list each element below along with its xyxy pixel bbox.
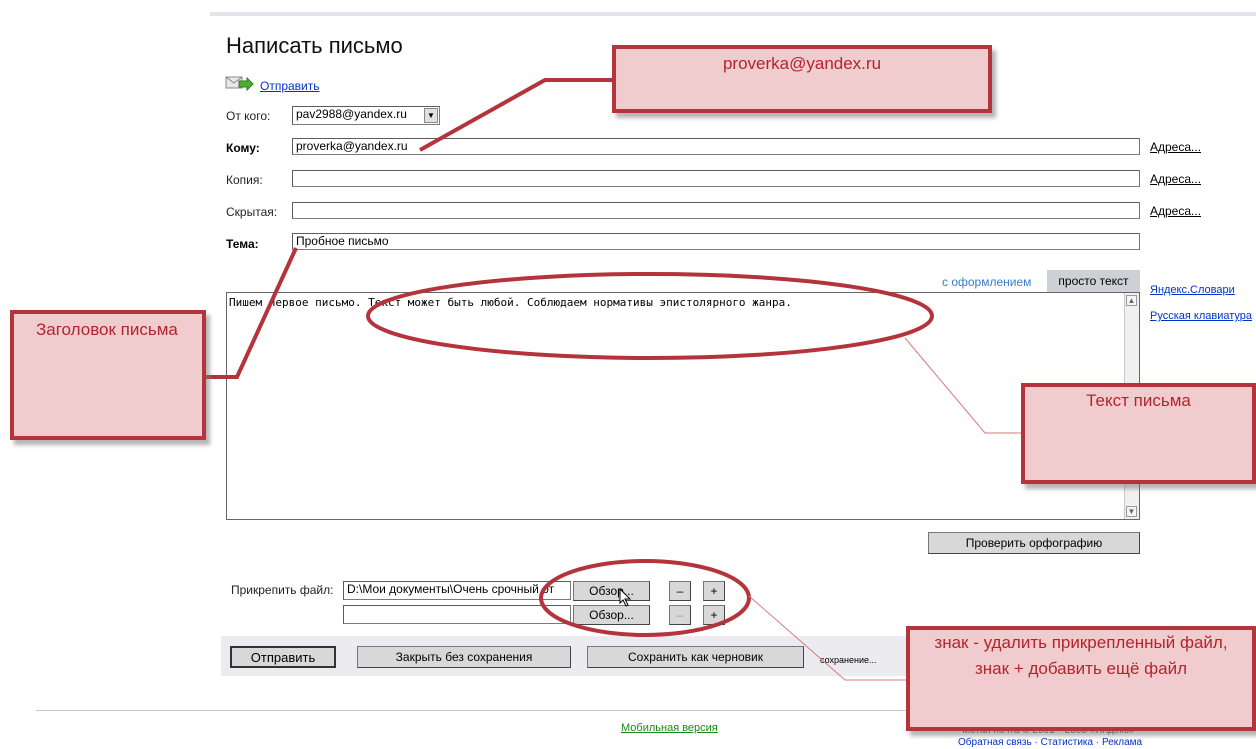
send-envelope-icon[interactable] [225,74,255,94]
subject-input[interactable]: Пробное письмо [292,233,1140,250]
cc-address-link[interactable]: Адреса... [1150,172,1201,186]
add-file-button-2[interactable]: + [703,605,725,625]
bcc-address-link[interactable]: Адреса... [1150,204,1201,218]
subject-label: Тема: [226,237,259,251]
remove-file-button-1[interactable]: – [669,581,691,601]
send-link[interactable]: Отправить [260,79,320,93]
close-without-saving-button[interactable]: Закрыть без сохранения [357,646,571,668]
page-title: Написать письмо [226,33,403,58]
tab-formatted[interactable]: с оформлением [942,275,1031,289]
callout-attach: знак - удалить прикрепленный файл, знак … [906,626,1256,731]
yandex-dictionaries-link[interactable]: Яндекс.Словари [1150,284,1235,296]
cc-label: Копия: [226,173,263,187]
saving-status: сохранение... [820,655,877,665]
save-draft-button[interactable]: Сохранить как черновик [587,646,804,668]
from-label: От кого: [226,109,271,123]
message-body-text: Пишем первое письмо. Текст может быть лю… [229,296,792,309]
from-select[interactable]: pav2988@yandex.ru ▼ [292,106,440,125]
scroll-down-icon[interactable]: ▼ [1126,506,1137,517]
scroll-up-icon[interactable]: ▲ [1126,295,1137,306]
russian-keyboard-link[interactable]: Русская клавиатура [1150,310,1252,322]
chevron-down-icon[interactable]: ▼ [424,108,438,123]
add-file-button-1[interactable]: + [703,581,725,601]
mouse-cursor-icon [619,588,632,607]
remove-file-button-2[interactable]: – [669,605,691,625]
browse-button-2[interactable]: Обзор... [573,605,650,625]
bcc-label: Скрытая: [226,205,278,219]
browse-button-1[interactable]: Обзор... [573,581,650,601]
from-value: pav2988@yandex.ru [296,107,407,121]
callout-subject: Заголовок письма [10,310,206,440]
send-button[interactable]: Отправить [230,646,336,668]
to-input[interactable]: proverka@yandex.ru [292,138,1140,155]
message-body-textarea[interactable]: Пишем первое письмо. Текст может быть лю… [226,292,1140,520]
mobile-version-link[interactable]: Мобильная версия [621,722,718,734]
top-divider [210,12,1256,16]
to-address-link[interactable]: Адреса... [1150,140,1201,154]
attach-label: Прикрепить файл: [231,583,334,597]
callout-email: proverka@yandex.ru [612,45,992,113]
attach-file-input-2[interactable] [343,605,571,624]
spellcheck-button[interactable]: Проверить орфографию [928,532,1140,554]
callout-body: Текст письма [1021,383,1256,484]
footer-links[interactable]: Обратная связь · Статистика · Реклама [958,737,1142,748]
cc-input[interactable] [292,170,1140,187]
attach-file-input-1[interactable]: D:\Мои документы\Очень срочный от [343,581,571,600]
bcc-input[interactable] [292,202,1140,219]
tab-plain-text[interactable]: просто текст [1047,270,1140,292]
to-label: Кому: [226,141,260,155]
